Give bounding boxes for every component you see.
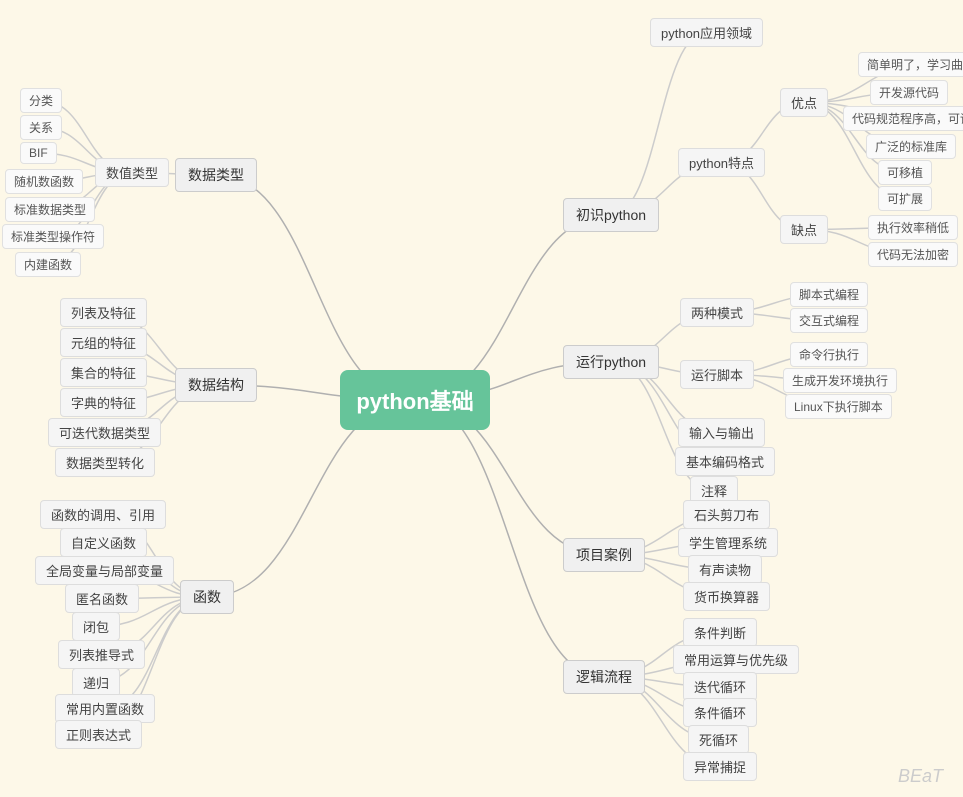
node-mode2: 交互式编程 — [790, 308, 868, 333]
node-ds6: 数据类型转化 — [55, 448, 155, 477]
node-lf6: 异常捕捉 — [683, 752, 757, 781]
node-ds5: 可迭代数据类型 — [48, 418, 161, 447]
node-proj4: 货币换算器 — [683, 582, 770, 611]
node-mode1: 脚本式编程 — [790, 282, 868, 307]
node-fn5: 闭包 — [72, 612, 120, 641]
node-dt7: 内建函数 — [15, 252, 81, 277]
node-fn3: 全局变量与局部变量 — [35, 556, 174, 585]
node-adv3: 代码规范程序高，可读性强 — [843, 106, 963, 131]
node-dt3: BIF — [20, 142, 57, 164]
node-two-modes: 两种模式 — [680, 298, 754, 327]
node-fn6: 列表推导式 — [58, 640, 145, 669]
center-node: python基础 — [340, 370, 490, 430]
node-dt4: 随机数函数 — [5, 169, 83, 194]
node-fn8: 常用内置函数 — [55, 694, 155, 723]
node-rs2: 生成开发环境执行 — [783, 368, 897, 393]
node-io: 输入与输出 — [678, 418, 765, 447]
node-fn1: 函数的调用、引用 — [40, 500, 166, 529]
node-advantage: 优点 — [780, 88, 828, 117]
node-adv1: 简单明了，学习曲线低 — [858, 52, 963, 77]
node-rs1: 命令行执行 — [790, 342, 868, 367]
node-dt2: 关系 — [20, 115, 62, 140]
node-ds2: 元组的特征 — [60, 328, 147, 357]
node-numeric-type: 数值类型 — [95, 158, 169, 187]
node-projects: 项目案例 — [563, 538, 645, 572]
node-dt1: 分类 — [20, 88, 62, 113]
node-ds1: 列表及特征 — [60, 298, 147, 327]
center-label: python基础 — [356, 384, 473, 416]
node-py-feature: python特点 — [678, 148, 765, 177]
node-py-app: python应用领域 — [650, 18, 763, 47]
node-adv6: 可扩展 — [878, 186, 932, 211]
node-disadvantage: 缺点 — [780, 215, 828, 244]
node-lf1: 条件判断 — [683, 618, 757, 647]
node-fn4: 匿名函数 — [65, 584, 139, 613]
node-lf3: 迭代循环 — [683, 672, 757, 701]
node-code-format: 基本编码格式 — [675, 447, 775, 476]
node-adv5: 可移植 — [878, 160, 932, 185]
node-intro-python: 初识python — [563, 198, 659, 232]
node-logic-flow: 逻辑流程 — [563, 660, 645, 694]
node-rs3: Linux下执行脚本 — [785, 394, 892, 419]
node-dt6: 标准类型操作符 — [2, 224, 104, 249]
node-dis1: 执行效率稍低 — [868, 215, 958, 240]
node-ds4: 字典的特征 — [60, 388, 147, 417]
watermark: BEaT — [898, 766, 943, 787]
node-proj1: 石头剪刀布 — [683, 500, 770, 529]
node-adv4: 广泛的标准库 — [866, 134, 956, 159]
node-lf4: 条件循环 — [683, 698, 757, 727]
node-functions: 函数 — [180, 580, 234, 614]
node-run-python: 运行python — [563, 345, 659, 379]
node-ds3: 集合的特征 — [60, 358, 147, 387]
node-lf5: 死循环 — [688, 725, 749, 754]
node-data-struct: 数据结构 — [175, 368, 257, 402]
node-dt5: 标准数据类型 — [5, 197, 95, 222]
node-proj3: 有声读物 — [688, 555, 762, 584]
node-run-script: 运行脚本 — [680, 360, 754, 389]
node-proj2: 学生管理系统 — [678, 528, 778, 557]
node-fn7: 递归 — [72, 668, 120, 697]
node-adv2: 开发源代码 — [870, 80, 948, 105]
node-data-types: 数据类型 — [175, 158, 257, 192]
node-dis2: 代码无法加密 — [868, 242, 958, 267]
node-fn2: 自定义函数 — [60, 528, 147, 557]
node-fn9: 正则表达式 — [55, 720, 142, 749]
node-lf2: 常用运算与优先级 — [673, 645, 799, 674]
